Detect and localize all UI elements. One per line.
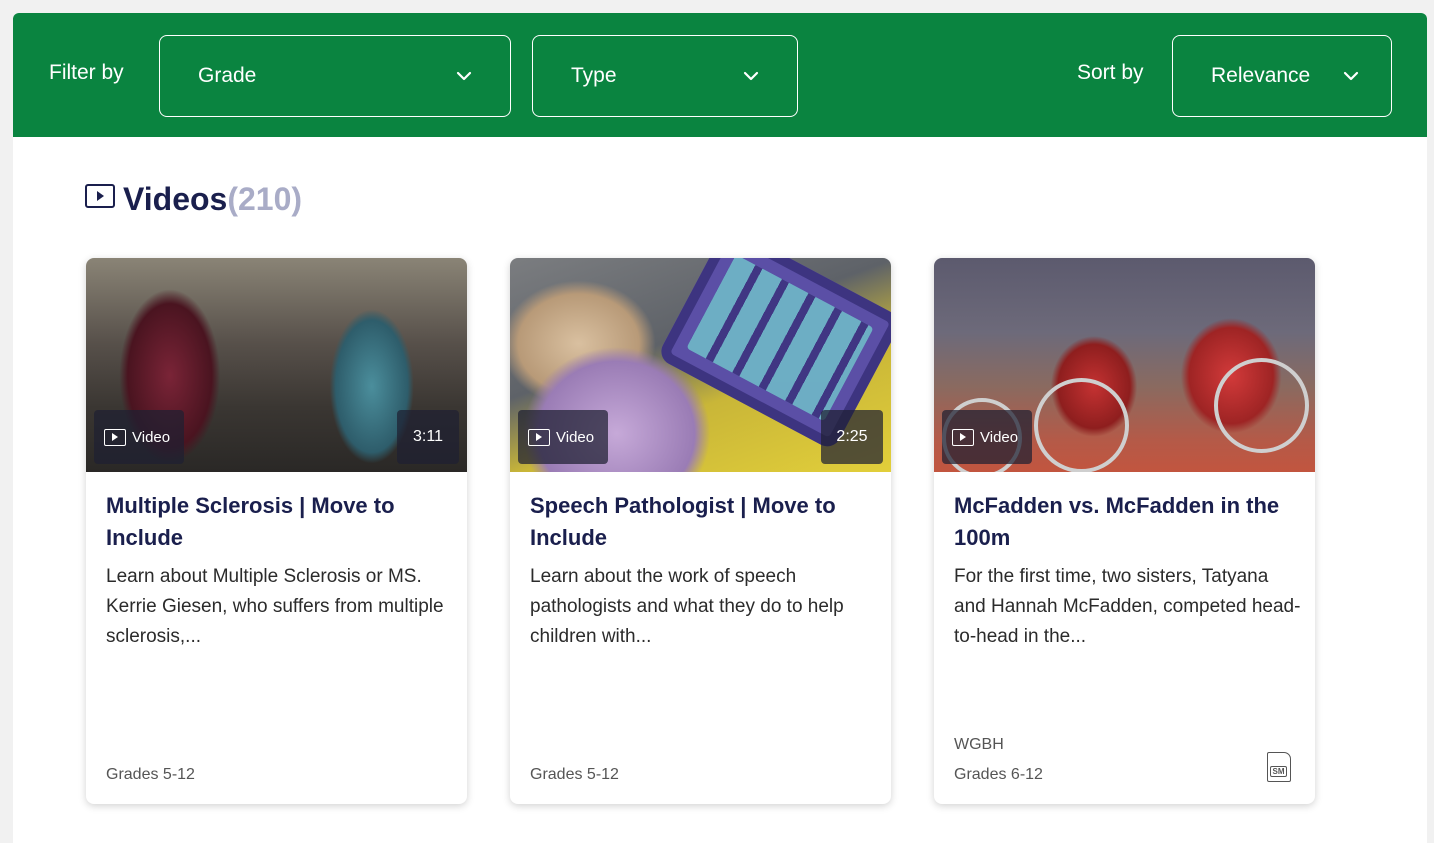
section-heading: Videos (210) [85,177,302,221]
card-grades: Grades 6-12 [954,766,1043,783]
filter-by-label: Filter by [49,61,124,84]
sort-dropdown[interactable]: Relevance [1172,35,1392,117]
section-title: Videos [123,180,228,217]
video-play-icon [104,428,126,446]
video-duration: 3:11 [397,410,459,464]
resource-card[interactable]: Video McFadden vs. McFadden in the 100m … [934,258,1315,804]
card-description: For the first time, two sisters, Tatyana… [954,566,1301,647]
video-play-icon [528,428,550,446]
document-icon-label: SM [1270,766,1287,777]
grade-dropdown[interactable]: Grade [159,35,511,117]
resource-card[interactable]: Video 3:11 Multiple Sclerosis | Move to … [86,258,467,804]
filter-bar: Filter by Grade Type Sort by Relevance [13,13,1427,137]
chevron-down-icon [743,71,759,81]
grade-dropdown-label: Grade [198,64,257,87]
video-badge-label: Video [556,428,595,446]
type-dropdown-label: Type [571,64,617,87]
card-title[interactable]: Speech Pathologist | Move to Include [530,490,880,554]
video-thumbnail[interactable]: Video 2:25 [510,258,891,472]
video-badge-label: Video [980,428,1019,446]
document-icon: SM [1267,752,1291,782]
video-badge: Video [94,410,185,464]
card-title[interactable]: Multiple Sclerosis | Move to Include [106,490,456,554]
chevron-down-icon [1343,71,1359,81]
sort-by-label: Sort by [1077,61,1144,84]
card-grades: Grades 5-12 [106,766,195,783]
video-play-icon [952,428,974,446]
type-dropdown[interactable]: Type [532,35,798,117]
video-badge: Video [518,410,609,464]
sort-dropdown-label: Relevance [1211,64,1311,87]
page: Filter by Grade Type Sort by Relevance V… [13,13,1427,843]
card-grades: Grades 5-12 [530,766,619,783]
resource-card[interactable]: Video 2:25 Speech Pathologist | Move to … [510,258,891,804]
video-play-icon [85,184,115,208]
card-description: Learn about Multiple Sclerosis or MS. Ke… [106,566,444,647]
card-description: Learn about the work of speech pathologi… [530,566,844,647]
section-count: (210) [227,180,303,217]
video-thumbnail[interactable]: Video 3:11 [86,258,467,472]
chevron-down-icon [456,71,472,81]
video-badge-label: Video [132,428,171,446]
card-source: WGBH [954,736,1004,753]
video-duration: 2:25 [821,410,883,464]
thumbnail-wheel-shape [1214,358,1309,453]
thumbnail-wheel-shape [1034,378,1129,472]
video-badge: Video [942,410,1033,464]
video-thumbnail[interactable]: Video [934,258,1315,472]
card-title[interactable]: McFadden vs. McFadden in the 100m [954,490,1304,554]
